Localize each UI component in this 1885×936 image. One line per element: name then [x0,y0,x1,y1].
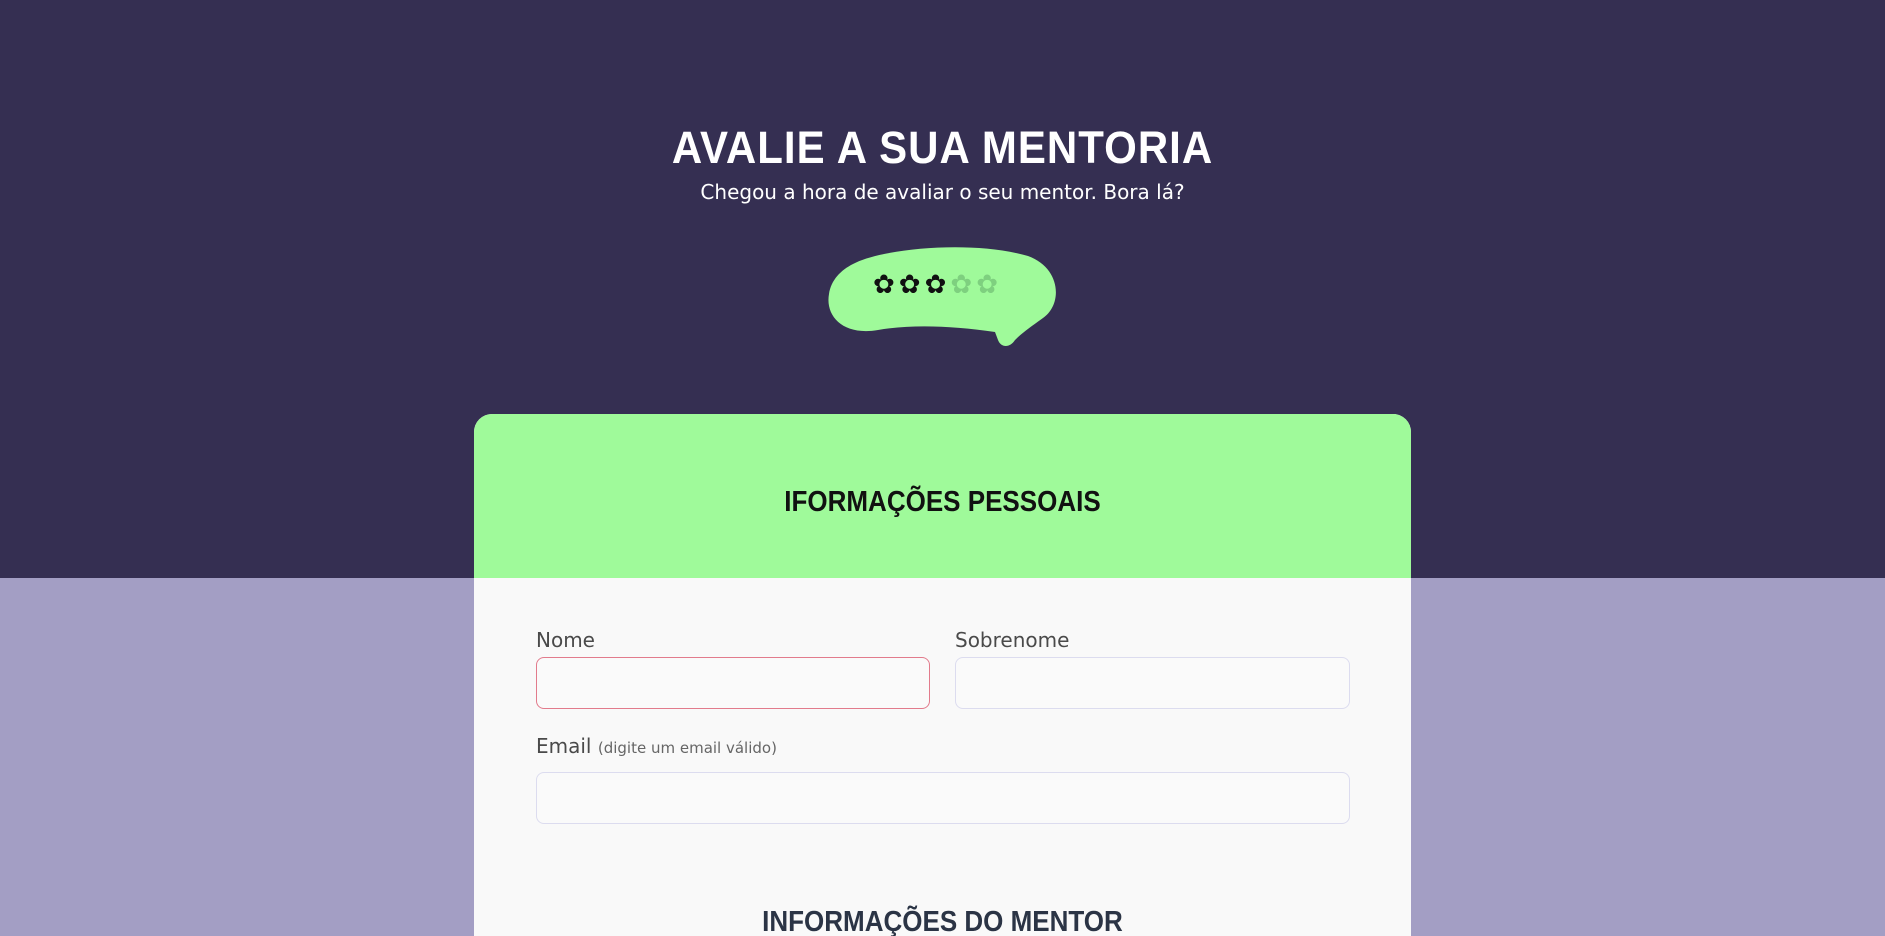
star-icon[interactable]: ✿ [873,272,895,298]
form-header: IFORMAÇÕES PESSOAIS [474,414,1411,578]
sobrenome-input[interactable] [955,657,1350,709]
star-icon[interactable]: ✿ [899,272,921,298]
form-header-title: IFORMAÇÕES PESSOAIS [784,484,1101,518]
star-icon[interactable]: ✿ [950,272,972,298]
star-icon[interactable]: ✿ [925,272,947,298]
mentor-section-title: INFORMAÇÕES DO MENTOR [762,904,1123,936]
email-input[interactable] [536,772,1350,824]
evaluation-form-card: IFORMAÇÕES PESSOAIS Nome Sobrenome Email… [474,414,1411,936]
page-subtitle: Chegou a hora de avaliar o seu mentor. B… [700,180,1185,204]
star-icon[interactable]: ✿ [976,272,998,298]
page-title: AVALIE A SUA MENTORIA [671,122,1214,173]
sobrenome-label: Sobrenome [955,628,1070,652]
nome-input[interactable] [536,657,930,709]
email-label-row: Email (digite um email válido) [536,734,777,758]
nome-label: Nome [536,628,595,652]
email-hint: (digite um email válido) [597,739,777,757]
email-label: Email [536,734,592,758]
star-rating[interactable]: ✿ ✿ ✿ ✿ ✿ [873,272,998,298]
